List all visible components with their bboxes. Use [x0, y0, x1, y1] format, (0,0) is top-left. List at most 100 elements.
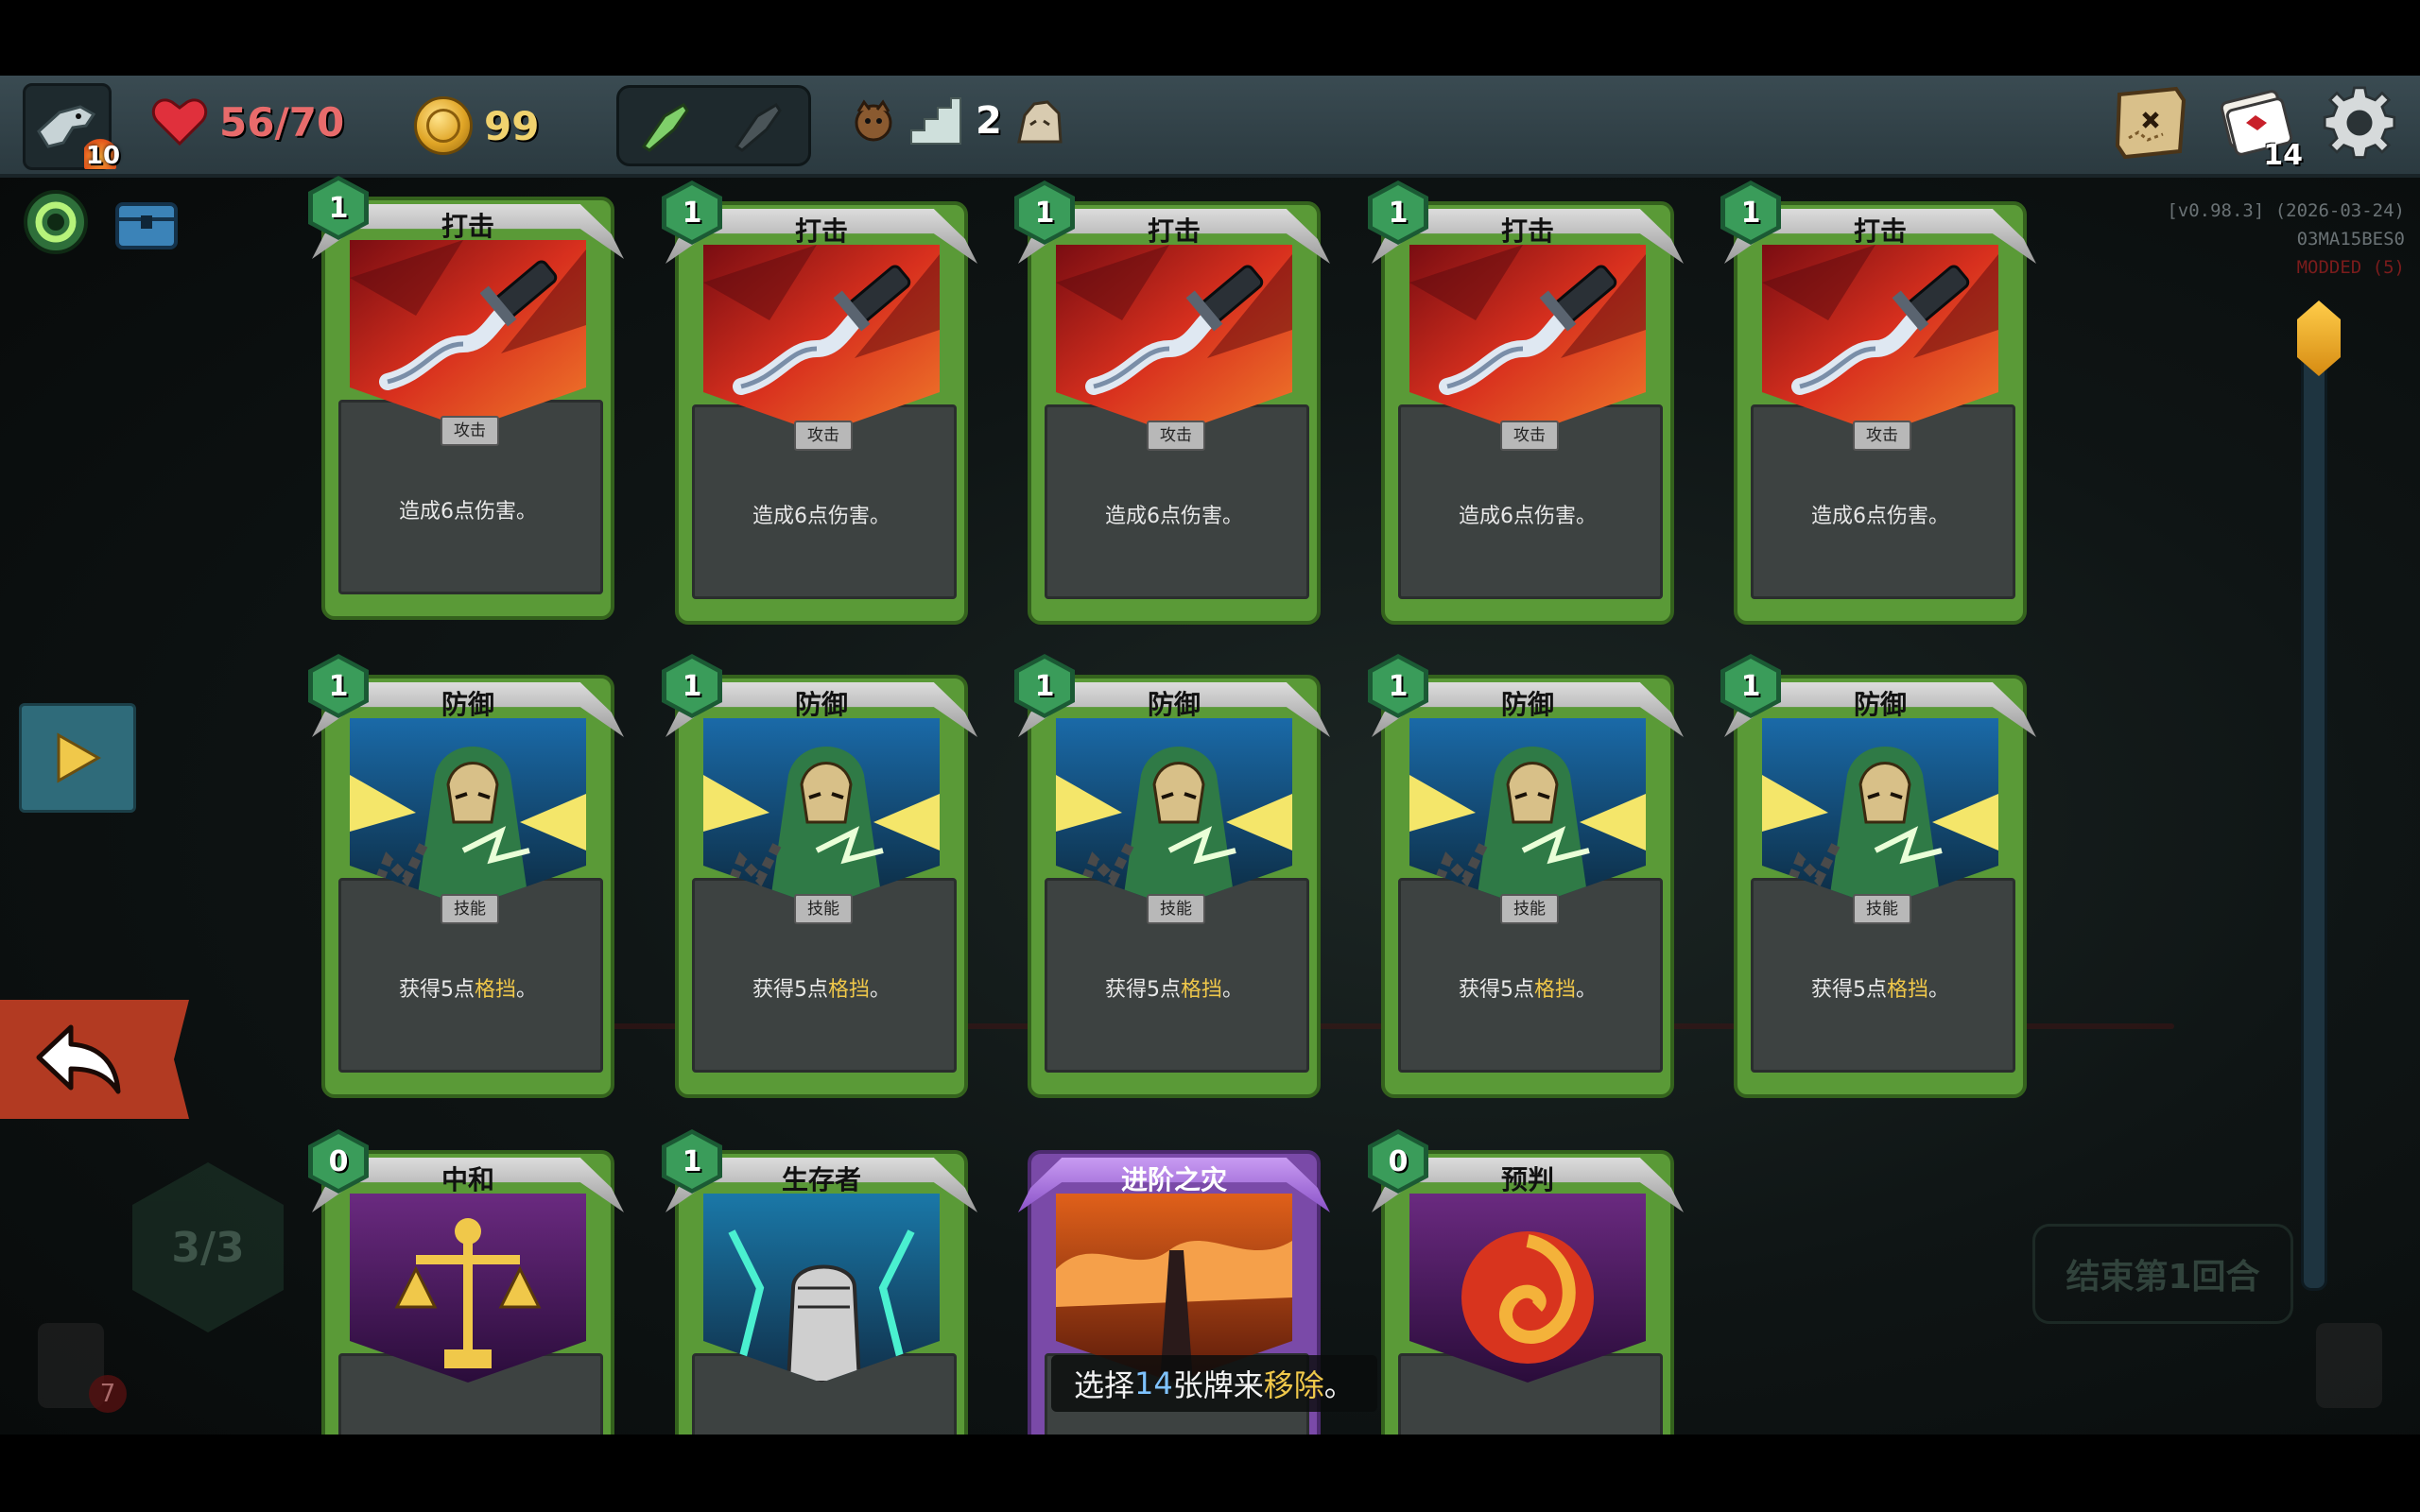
- energy-cost-badge: 1: [662, 654, 722, 718]
- card-4[interactable]: 打击 攻击 造成6点伤害。 1: [1368, 180, 1684, 625]
- back-arrow-icon: [36, 1024, 121, 1094]
- relic-bar: [21, 187, 182, 257]
- energy-cost-badge: 1: [308, 176, 369, 240]
- map-button[interactable]: [2110, 81, 2193, 164]
- card-type-label: 攻击: [1853, 421, 1911, 451]
- card-type-label: 技能: [441, 894, 499, 924]
- selection-prompt: 选择 14 张牌来 移除。: [1051, 1355, 1377, 1412]
- green-potion-icon[interactable]: [636, 99, 693, 152]
- prompt-count: 14: [1134, 1366, 1173, 1401]
- card-10[interactable]: 防御 技能 获得5点格挡。 1: [1720, 654, 2036, 1098]
- floor-stairs-icon: [910, 97, 961, 145]
- card-description: 造成6点伤害。: [1811, 505, 1949, 528]
- letterbox-bottom: [0, 1435, 2420, 1512]
- block-keyword: 格挡: [1533, 978, 1576, 1002]
- energy-cost-badge: 1: [308, 654, 369, 718]
- card-type-label: 技能: [1147, 894, 1205, 924]
- card-1[interactable]: 打击 攻击 造成6点伤害。 1: [308, 176, 624, 620]
- floor-number: 2: [976, 99, 1002, 143]
- card-6[interactable]: 防御 技能 获得5点格挡。 1: [308, 654, 624, 1098]
- gold-display[interactable]: 99: [414, 96, 539, 155]
- scrollbar-track[interactable]: [2301, 312, 2327, 1291]
- cat-mask-icon[interactable]: [851, 98, 896, 144]
- energy-cost-badge: 0: [308, 1129, 369, 1194]
- modded-label: MODDED (5): [2296, 257, 2405, 278]
- version-info: [v0.98.3] (2026-03-24) 03MA15BES0 MODDED…: [2167, 197, 2405, 282]
- background-draw-count: 7: [89, 1375, 127, 1413]
- top-right-buttons: 14: [2110, 81, 2401, 172]
- card-14[interactable]: 预判 0: [1368, 1129, 1684, 1435]
- card-12[interactable]: 生存者 1: [662, 1129, 977, 1435]
- empty-potion-slot-icon[interactable]: [729, 99, 786, 152]
- seed-code: 03MA15BES0: [2296, 229, 2405, 249]
- card-description: 获得5点格挡。: [1810, 978, 1950, 1002]
- card-type-label: 攻击: [794, 421, 853, 451]
- peek-button[interactable]: [19, 703, 136, 813]
- character-portrait[interactable]: 10: [23, 83, 120, 170]
- card-type-label: 攻击: [1147, 421, 1205, 451]
- background-end-turn-button: 结束第1回合: [2032, 1224, 2293, 1324]
- prompt-action: 移除: [1263, 1367, 1324, 1403]
- energy-cost-badge: 0: [1368, 1129, 1428, 1194]
- card-description: 获得5点格挡。: [398, 978, 538, 1002]
- background-end-turn-label: 结束第1回合: [2066, 1258, 2260, 1297]
- map-info: 2: [851, 96, 1064, 146]
- energy-cost-badge: 1: [662, 1129, 722, 1194]
- card-3[interactable]: 打击 攻击 造成6点伤害。 1: [1014, 180, 1330, 625]
- block-keyword: 格挡: [827, 978, 870, 1002]
- chest-relic-icon[interactable]: [112, 187, 182, 257]
- card-description: 造成6点伤害。: [1105, 505, 1243, 528]
- letterbox-top: [0, 0, 2420, 76]
- energy-cost-badge: 1: [1014, 180, 1075, 245]
- card-description: 造成6点伤害。: [752, 505, 890, 528]
- gold-value: 99: [484, 102, 540, 149]
- block-keyword: 格挡: [1886, 978, 1928, 1002]
- block-keyword: 格挡: [474, 978, 516, 1002]
- card-type-label: 技能: [1853, 894, 1911, 924]
- return-button[interactable]: [0, 1000, 189, 1119]
- energy-cost-badge: 1: [1720, 654, 1781, 718]
- card-9[interactable]: 防御 技能 获得5点格挡。 1: [1368, 654, 1684, 1098]
- card-2[interactable]: 打击 攻击 造成6点伤害。 1: [662, 180, 977, 625]
- energy-cost-badge: 1: [1368, 654, 1428, 718]
- card-type-label: 攻击: [1500, 421, 1559, 451]
- map-scroll-icon: [2115, 86, 2187, 160]
- card-type-label: 技能: [1500, 894, 1559, 924]
- gold-coin-icon: [414, 96, 473, 155]
- background-discard-pile: [2316, 1323, 2382, 1408]
- card-description: 获得5点格挡。: [1458, 978, 1598, 1002]
- card-11[interactable]: 中和 0: [308, 1129, 624, 1435]
- prompt-post: 。: [1323, 1367, 1355, 1403]
- prompt-mid: 张牌来: [1172, 1367, 1264, 1403]
- card-description: 获得5点格挡。: [752, 978, 891, 1002]
- background-energy-text: 3/3: [171, 1223, 245, 1272]
- card-name: 进阶之灾: [1120, 1164, 1227, 1195]
- deck-button[interactable]: 14: [2214, 81, 2303, 172]
- version-number: [v0.98.3] (2026-03-24): [2167, 200, 2405, 221]
- deck-count: 14: [2263, 139, 2303, 172]
- ascension-level: 10: [85, 142, 121, 170]
- card-description: 造成6点伤害。: [399, 500, 537, 524]
- potion-belt: [616, 85, 811, 166]
- card-type-label: 技能: [794, 894, 853, 924]
- play-arrow-icon: [57, 732, 102, 783]
- boss-icon[interactable]: [1015, 96, 1064, 146]
- card-8[interactable]: 防御 技能 获得5点格挡。 1: [1014, 654, 1330, 1098]
- energy-cost-badge: 1: [1014, 654, 1075, 718]
- gear-icon: [2323, 86, 2396, 159]
- hp-display[interactable]: 56/70: [151, 96, 344, 147]
- snake-ring-relic-icon[interactable]: [21, 187, 91, 257]
- energy-cost-badge: 1: [1720, 180, 1781, 245]
- card-description: 获得5点格挡。: [1104, 978, 1244, 1002]
- card-type-label: 攻击: [441, 416, 499, 446]
- card-5[interactable]: 打击 攻击 造成6点伤害。 1: [1720, 180, 2036, 625]
- card-description: 造成6点伤害。: [1459, 505, 1597, 528]
- hp-value: 56/70: [219, 98, 345, 146]
- energy-cost-badge: 1: [1368, 180, 1428, 245]
- heart-icon: [151, 98, 208, 146]
- prompt-pre: 选择: [1074, 1367, 1135, 1403]
- card-7[interactable]: 防御 技能 获得5点格挡。 1: [662, 654, 977, 1098]
- energy-cost-badge: 1: [662, 180, 722, 245]
- background-energy-orb: 3/3: [132, 1162, 284, 1332]
- settings-button[interactable]: [2318, 81, 2401, 164]
